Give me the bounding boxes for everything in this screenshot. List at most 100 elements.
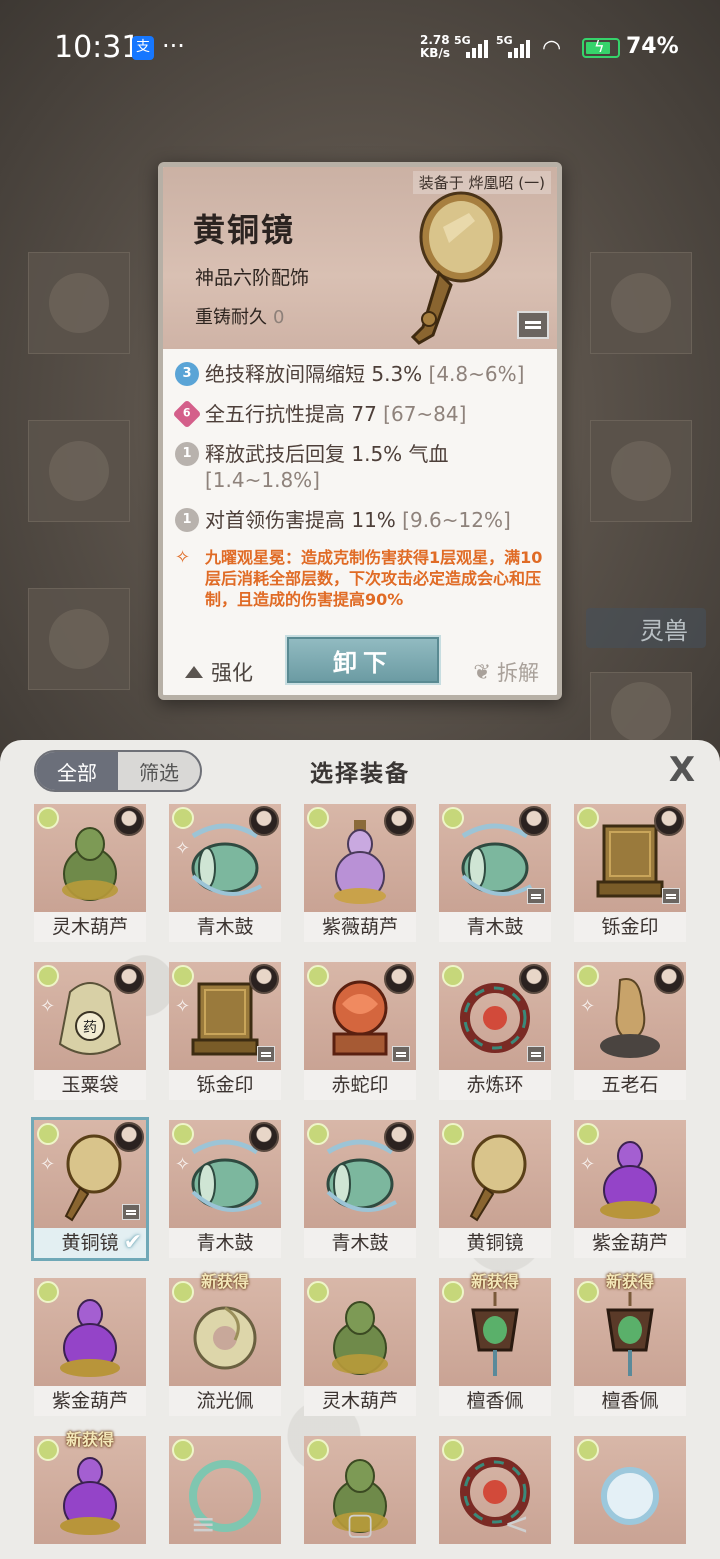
new-badge: 新获得 <box>470 1272 519 1291</box>
equipment-card[interactable]: ✧ 铄金印 <box>169 962 281 1100</box>
owner-avatar <box>654 806 684 836</box>
owner-avatar <box>114 964 144 994</box>
item-label: 紫金葫芦 <box>34 1386 146 1416</box>
wood-element-icon <box>442 1123 464 1145</box>
item-label: 檀香佩 <box>439 1386 551 1416</box>
equip-slot[interactable] <box>28 420 130 522</box>
clock: 10:31 <box>54 30 141 65</box>
equipment-card[interactable]: ✧ 青木鼓 <box>169 1120 281 1258</box>
owner-avatar <box>384 964 414 994</box>
enhance-button[interactable]: 强化 <box>185 657 253 687</box>
equip-slot[interactable] <box>28 252 130 354</box>
equipment-detail-card: 装备于 烨凰昭 (一) 黄铜镜 神品六阶配饰 重铸耐久 0 3 绝技释放间隔缩短 … <box>158 162 562 700</box>
equipment-card[interactable]: 灵木葫芦 <box>304 1278 416 1416</box>
wood-element-icon <box>577 1439 599 1461</box>
card-header: 装备于 烨凰昭 (一) 黄铜镜 神品六阶配饰 重铸耐久 0 <box>163 167 557 349</box>
action-bar: 强化 卸下 ❦ 拆解 <box>163 627 557 695</box>
owner-avatar <box>249 964 279 994</box>
wood-element-icon <box>172 807 194 829</box>
wood-element-icon <box>37 1281 59 1303</box>
tier-badge-icon: 1 <box>175 508 199 532</box>
equip-slot[interactable] <box>590 252 692 354</box>
equipment-card[interactable]: 铄金印 <box>574 804 686 942</box>
equip-slot[interactable] <box>28 588 130 690</box>
quality-icon: ✧ <box>175 996 191 1017</box>
lock-icon <box>122 1204 140 1220</box>
wood-element-icon <box>307 807 329 829</box>
tier-badge-icon: 6 <box>172 399 202 429</box>
wood-element-icon <box>442 1439 464 1461</box>
quality-icon: ✧ <box>580 1154 596 1175</box>
more-icon: ··· <box>162 32 185 60</box>
equipment-card[interactable]: 新获得 檀香佩 <box>574 1272 686 1416</box>
pendant-green-icon <box>606 1292 654 1376</box>
equipment-card[interactable]: 灵木葫芦 <box>34 804 146 942</box>
equipment-card[interactable]: 药 ✧ 玉粟袋 <box>34 962 146 1100</box>
new-badge: 新获得 <box>200 1272 249 1291</box>
equipment-card[interactable]: 紫薇葫芦 <box>304 804 416 942</box>
pendant-green-icon <box>471 1292 519 1376</box>
item-label: 铄金印 <box>169 1070 281 1100</box>
new-badge: 新获得 <box>65 1430 114 1449</box>
wood-element-icon <box>307 1123 329 1145</box>
lock-icon <box>527 888 545 904</box>
equipment-card[interactable]: ✧ 紫金葫芦 <box>574 1120 686 1258</box>
equipment-card[interactable]: ✧ 五老石 <box>574 962 686 1100</box>
wood-element-icon <box>307 1281 329 1303</box>
owner-avatar <box>384 806 414 836</box>
wood-element-icon <box>442 807 464 829</box>
equipment-card[interactable]: ✧ 黄铜镜 ✔ <box>31 1117 149 1261</box>
equipment-card[interactable]: 新获得 檀香佩 <box>439 1272 551 1416</box>
lock-icon[interactable] <box>517 311 549 339</box>
equipment-card[interactable]: 青木鼓 <box>304 1120 416 1258</box>
quality-icon: ✧ <box>580 996 596 1017</box>
equipment-card[interactable]: 赤炼环 <box>439 962 551 1100</box>
item-label: 流光佩 <box>169 1386 281 1416</box>
wood-element-icon <box>442 965 464 987</box>
item-label: 铄金印 <box>574 912 686 942</box>
status-bar: 10:31 支 ··· 2.78 KB/s 5G 5G ◠ ϟ 74% <box>0 0 720 96</box>
owner-avatar <box>114 1122 144 1152</box>
tier-badge-icon: 3 <box>175 362 199 386</box>
quality-icon: ✧ <box>175 1154 191 1175</box>
wifi-icon: ◠ <box>542 36 562 61</box>
back-icon[interactable]: < <box>504 1507 529 1542</box>
equipment-card[interactable]: 紫金葫芦 <box>34 1278 146 1416</box>
equip-slot[interactable] <box>590 420 692 522</box>
system-nav-bar: ≡ ▢ < <box>0 1490 720 1559</box>
attribute-row: 1 释放武技后回复 1.5% 气血 [1.4~1.8%] <box>175 441 551 493</box>
dismantle-button[interactable]: ❦ 拆解 <box>473 657 539 687</box>
spirit-beast-button[interactable]: 灵兽 <box>586 608 706 648</box>
wood-element-icon <box>577 965 599 987</box>
gourd-green-icon <box>332 1301 388 1375</box>
gourd-purple2-icon <box>600 1141 660 1219</box>
wood-element-icon <box>577 807 599 829</box>
owner-avatar <box>654 964 684 994</box>
item-label: 灵木葫芦 <box>304 1386 416 1416</box>
attribute-row: 6 全五行抗性提高 77 [67~84] <box>172 399 551 429</box>
signal-icon <box>466 38 488 58</box>
menu-icon[interactable]: ≡ <box>191 1507 216 1542</box>
lock-icon <box>392 1046 410 1062</box>
equipment-card[interactable]: 黄铜镜 <box>439 1120 551 1258</box>
equipment-card[interactable]: 青木鼓 <box>439 804 551 942</box>
brass-mirror-icon <box>410 191 503 345</box>
dismantle-icon: ❦ <box>473 660 491 684</box>
equipment-card[interactable]: 赤蛇印 <box>304 962 416 1100</box>
equipment-card[interactable]: 新获得 流光佩 <box>169 1272 281 1416</box>
wood-element-icon <box>172 965 194 987</box>
battery-percent: 74% <box>626 34 679 59</box>
attribute-list: 3 绝技释放间隔缩短 5.3% [4.8~6%] 6 全五行抗性提高 77 [6… <box>172 361 551 610</box>
special-effect-icon: ✧ <box>175 547 191 568</box>
close-button[interactable]: X <box>664 752 700 788</box>
equipment-select-panel: 全部 筛选 选择装备 X 灵木葫芦 ✧ 青木鼓 紫薇葫芦 青木鼓 铄金印药 ✧ 玉粟袋 ✧ 铄金印… <box>0 740 720 1559</box>
lock-icon <box>662 888 680 904</box>
item-grade: 神品六阶配饰 <box>195 267 310 289</box>
network-speed: 2.78 KB/s <box>420 33 450 60</box>
owner-avatar <box>114 806 144 836</box>
unequip-button[interactable]: 卸下 <box>285 635 441 685</box>
home-icon[interactable]: ▢ <box>346 1507 374 1542</box>
item-label: 青木鼓 <box>169 1228 281 1258</box>
quality-icon: ✧ <box>40 996 56 1017</box>
equipment-card[interactable]: ✧ 青木鼓 <box>169 804 281 942</box>
